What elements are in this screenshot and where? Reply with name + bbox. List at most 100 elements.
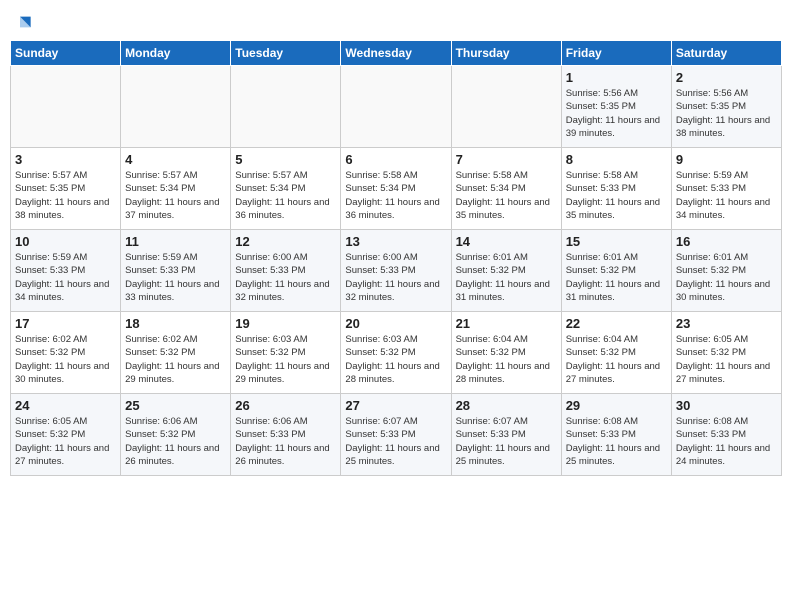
day-number: 16 <box>676 234 777 249</box>
calendar-cell: 3 Sunrise: 5:57 AM Sunset: 5:35 PM Daylig… <box>11 148 121 230</box>
calendar-cell: 11Sunrise: 5:59 AM Sunset: 5:33 PM Dayli… <box>121 230 231 312</box>
calendar-cell: 13 Sunrise: 6:00 AM Sunset: 5:33 PM Dayli… <box>341 230 451 312</box>
day-info: Sunrise: 5:58 AM Sunset: 5:34 PM Dayligh… <box>456 169 557 222</box>
day-info: Sunrise: 6:01 AM Sunset: 5:32 PM Dayligh… <box>456 251 557 304</box>
header-thursday: Thursday <box>451 41 561 66</box>
calendar-cell: 15 Sunrise: 6:01 AM Sunset: 5:32 PM Dayli… <box>561 230 671 312</box>
calendar-cell: 24 Sunrise: 6:05 AM Sunset: 5:32 PM Dayli… <box>11 394 121 476</box>
calendar-cell: 22 Sunrise: 6:04 AM Sunset: 5:32 PM Dayli… <box>561 312 671 394</box>
day-number: 5 <box>235 152 336 167</box>
calendar-header-row: SundayMondayTuesdayWednesdayThursdayFrid… <box>11 41 782 66</box>
day-info: Sunrise: 6:05 AM Sunset: 5:32 PM Dayligh… <box>15 415 116 468</box>
day-info: Sunrise: 6:00 AM Sunset: 5:33 PM Dayligh… <box>345 251 446 304</box>
calendar-cell: 17 Sunrise: 6:02 AM Sunset: 5:32 PM Dayli… <box>11 312 121 394</box>
week-row-1: 1 Sunrise: 5:56 AM Sunset: 5:35 PM Daylig… <box>11 66 782 148</box>
calendar-cell <box>11 66 121 148</box>
day-number: 4 <box>125 152 226 167</box>
day-number: 14 <box>456 234 557 249</box>
calendar-cell: 25 Sunrise: 6:06 AM Sunset: 5:32 PM Dayli… <box>121 394 231 476</box>
calendar-cell: 29Sunrise: 6:08 AM Sunset: 5:33 PM Dayli… <box>561 394 671 476</box>
day-info: Sunrise: 6:05 AM Sunset: 5:32 PM Dayligh… <box>676 333 777 386</box>
calendar-table: SundayMondayTuesdayWednesdayThursdayFrid… <box>10 40 782 476</box>
day-number: 28 <box>456 398 557 413</box>
calendar-cell: 10 Sunrise: 5:59 AM Sunset: 5:33 PM Dayli… <box>11 230 121 312</box>
day-number: 9 <box>676 152 777 167</box>
day-number: 2 <box>676 70 777 85</box>
day-number: 7 <box>456 152 557 167</box>
day-info: Sunrise: 5:59 AM Sunset: 5:33 PM Dayligh… <box>676 169 777 222</box>
day-info: Sunrise: 6:02 AM Sunset: 5:32 PM Dayligh… <box>125 333 226 386</box>
day-number: 17 <box>15 316 116 331</box>
day-info: Sunrise: 6:06 AM Sunset: 5:32 PM Dayligh… <box>125 415 226 468</box>
day-info: Sunrise: 5:57 AM Sunset: 5:35 PM Dayligh… <box>15 169 116 222</box>
header-friday: Friday <box>561 41 671 66</box>
header-tuesday: Tuesday <box>231 41 341 66</box>
day-info: Sunrise: 6:01 AM Sunset: 5:32 PM Dayligh… <box>566 251 667 304</box>
day-number: 22 <box>566 316 667 331</box>
day-number: 1 <box>566 70 667 85</box>
day-number: 30 <box>676 398 777 413</box>
day-number: 15 <box>566 234 667 249</box>
week-row-3: 10 Sunrise: 5:59 AM Sunset: 5:33 PM Dayli… <box>11 230 782 312</box>
calendar-cell: 23 Sunrise: 6:05 AM Sunset: 5:32 PM Dayli… <box>671 312 781 394</box>
day-number: 6 <box>345 152 446 167</box>
header-monday: Monday <box>121 41 231 66</box>
day-number: 3 <box>15 152 116 167</box>
calendar-cell: 9 Sunrise: 5:59 AM Sunset: 5:33 PM Daylig… <box>671 148 781 230</box>
day-number: 19 <box>235 316 336 331</box>
day-info: Sunrise: 6:03 AM Sunset: 5:32 PM Dayligh… <box>345 333 446 386</box>
calendar-cell <box>121 66 231 148</box>
day-info: Sunrise: 6:02 AM Sunset: 5:32 PM Dayligh… <box>15 333 116 386</box>
week-row-4: 17 Sunrise: 6:02 AM Sunset: 5:32 PM Dayli… <box>11 312 782 394</box>
day-info: Sunrise: 6:00 AM Sunset: 5:33 PM Dayligh… <box>235 251 336 304</box>
page-header <box>10 10 782 34</box>
calendar-cell: 16 Sunrise: 6:01 AM Sunset: 5:32 PM Dayli… <box>671 230 781 312</box>
day-number: 24 <box>15 398 116 413</box>
calendar-cell <box>341 66 451 148</box>
day-info: Sunrise: 5:57 AM Sunset: 5:34 PM Dayligh… <box>235 169 336 222</box>
week-row-5: 24 Sunrise: 6:05 AM Sunset: 5:32 PM Dayli… <box>11 394 782 476</box>
day-info: Sunrise: 6:08 AM Sunset: 5:33 PM Dayligh… <box>676 415 777 468</box>
week-row-2: 3 Sunrise: 5:57 AM Sunset: 5:35 PM Daylig… <box>11 148 782 230</box>
day-number: 13 <box>345 234 446 249</box>
day-info: Sunrise: 6:07 AM Sunset: 5:33 PM Dayligh… <box>456 415 557 468</box>
day-info: Sunrise: 6:04 AM Sunset: 5:32 PM Dayligh… <box>456 333 557 386</box>
day-info: Sunrise: 5:57 AM Sunset: 5:34 PM Dayligh… <box>125 169 226 222</box>
calendar-cell: 5 Sunrise: 5:57 AM Sunset: 5:34 PM Daylig… <box>231 148 341 230</box>
day-info: Sunrise: 6:08 AM Sunset: 5:33 PM Dayligh… <box>566 415 667 468</box>
logo-icon <box>12 14 32 34</box>
day-info: Sunrise: 5:59 AM Sunset: 5:33 PM Dayligh… <box>15 251 116 304</box>
calendar-cell: 28 Sunrise: 6:07 AM Sunset: 5:33 PM Dayli… <box>451 394 561 476</box>
calendar-cell <box>451 66 561 148</box>
calendar-cell: 27 Sunrise: 6:07 AM Sunset: 5:33 PM Dayli… <box>341 394 451 476</box>
day-number: 23 <box>676 316 777 331</box>
day-info: Sunrise: 6:04 AM Sunset: 5:32 PM Dayligh… <box>566 333 667 386</box>
day-number: 10 <box>15 234 116 249</box>
day-number: 12 <box>235 234 336 249</box>
calendar-cell: 6 Sunrise: 5:58 AM Sunset: 5:34 PM Daylig… <box>341 148 451 230</box>
day-number: 8 <box>566 152 667 167</box>
day-info: Sunrise: 5:58 AM Sunset: 5:34 PM Dayligh… <box>345 169 446 222</box>
day-number: 25 <box>125 398 226 413</box>
calendar-cell: 14 Sunrise: 6:01 AM Sunset: 5:32 PM Dayli… <box>451 230 561 312</box>
day-info: Sunrise: 5:56 AM Sunset: 5:35 PM Dayligh… <box>676 87 777 140</box>
calendar-cell: 30 Sunrise: 6:08 AM Sunset: 5:33 PM Dayli… <box>671 394 781 476</box>
day-number: 27 <box>345 398 446 413</box>
logo <box>10 10 32 34</box>
day-number: 20 <box>345 316 446 331</box>
calendar-cell: 18Sunrise: 6:02 AM Sunset: 5:32 PM Dayli… <box>121 312 231 394</box>
calendar-cell: 1Sunrise: 5:56 AM Sunset: 5:35 PM Daylig… <box>561 66 671 148</box>
day-info: Sunrise: 6:01 AM Sunset: 5:32 PM Dayligh… <box>676 251 777 304</box>
header-saturday: Saturday <box>671 41 781 66</box>
header-wednesday: Wednesday <box>341 41 451 66</box>
day-info: Sunrise: 6:07 AM Sunset: 5:33 PM Dayligh… <box>345 415 446 468</box>
header-sunday: Sunday <box>11 41 121 66</box>
calendar-cell: 20 Sunrise: 6:03 AM Sunset: 5:32 PM Dayli… <box>341 312 451 394</box>
calendar-cell: 21Sunrise: 6:04 AM Sunset: 5:32 PM Dayli… <box>451 312 561 394</box>
calendar-cell: 19 Sunrise: 6:03 AM Sunset: 5:32 PM Dayli… <box>231 312 341 394</box>
day-number: 11 <box>125 234 226 249</box>
calendar-cell <box>231 66 341 148</box>
day-info: Sunrise: 6:03 AM Sunset: 5:32 PM Dayligh… <box>235 333 336 386</box>
calendar-cell: 4 Sunrise: 5:57 AM Sunset: 5:34 PM Daylig… <box>121 148 231 230</box>
day-info: Sunrise: 6:06 AM Sunset: 5:33 PM Dayligh… <box>235 415 336 468</box>
